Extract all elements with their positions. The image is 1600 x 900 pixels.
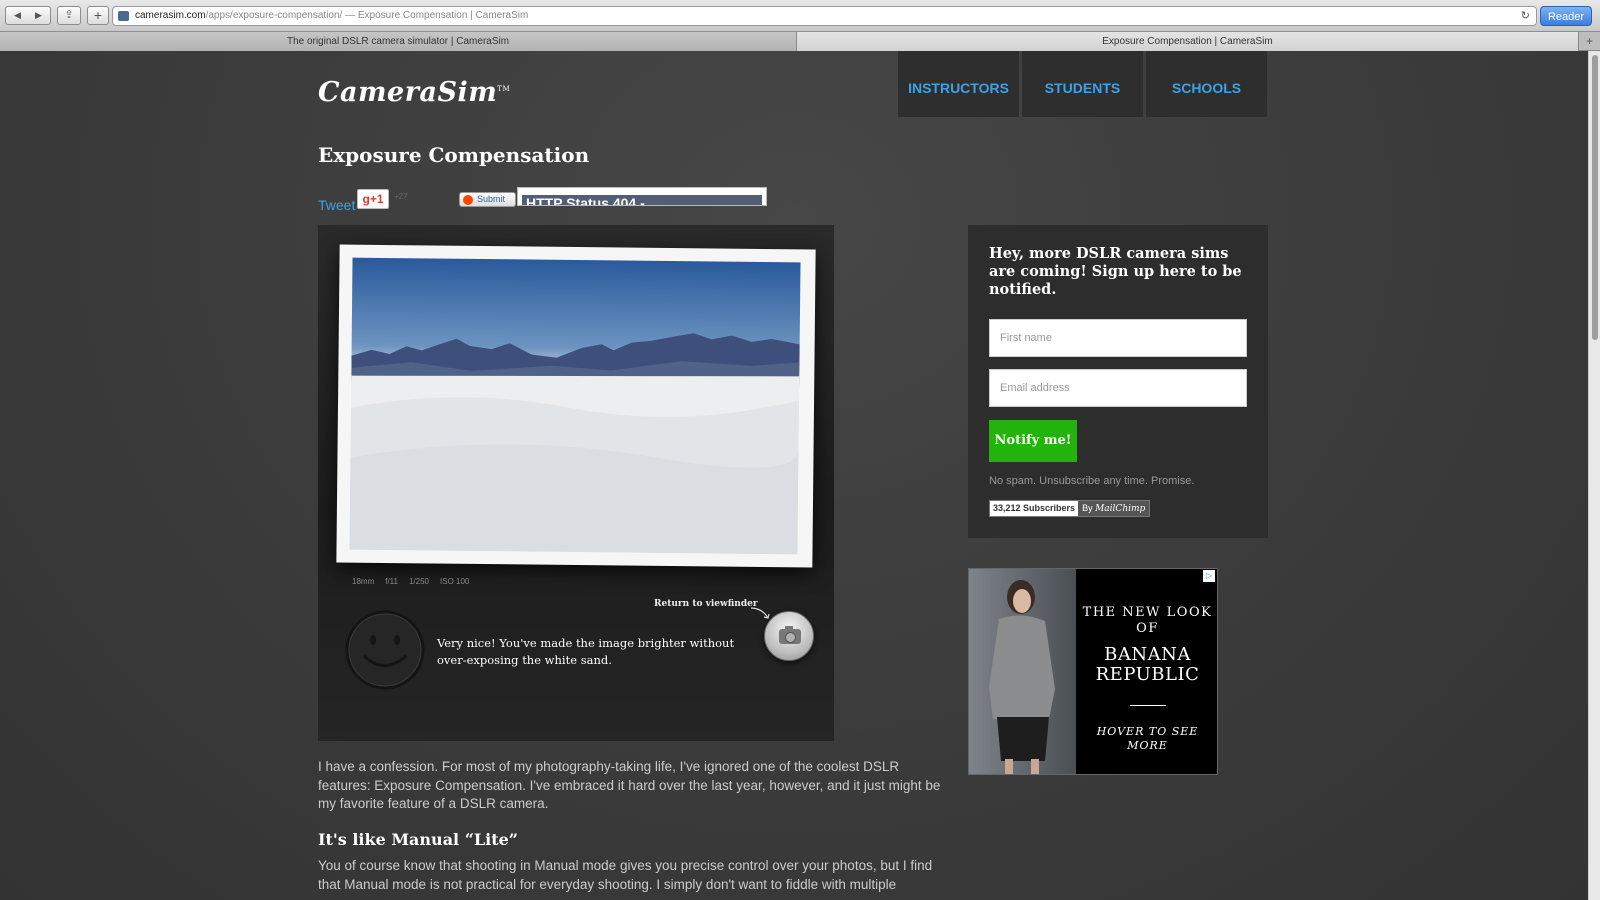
banana-republic-ad[interactable]: THE NEW LOOK OF BANANA REPUBLIC HOVER TO… [968,568,1218,775]
google-plus-button[interactable]: g+1 [357,189,389,209]
article-paragraph: You of course know that shooting in Manu… [318,858,933,892]
browser-toolbar: ◀ ▶ ⇪ + camerasim.com/apps/exposure-compe… [0,0,1600,32]
ad-copy: THE NEW LOOK OF BANANA REPUBLIC HOVER TO… [1076,569,1217,774]
exif-info: 18mm f/11 1/250 ISO 100 [352,577,469,586]
email-field[interactable]: Email address [989,369,1247,407]
reddit-submit-button[interactable]: Submit [459,192,516,207]
ad-cta: HOVER TO SEE MORE [1096,725,1199,752]
tab-bar: The original DSLR camera simulator | Cam… [0,32,1600,51]
share-icon[interactable]: ⇪ [57,6,81,25]
exif-iso: ISO 100 [440,577,470,586]
desert-landscape-image [349,333,800,555]
signup-box: Hey, more DSLR camera sims are coming! S… [968,225,1268,538]
article-heading: It's like Manual “Lite” [318,829,519,849]
reader-button[interactable]: Reader [1540,6,1592,26]
back-forward-buttons[interactable]: ◀ ▶ [5,6,51,25]
reload-icon[interactable]: ↻ [1521,7,1530,25]
adchoices-icon[interactable]: ▷ [1203,570,1215,582]
favicon-icon [118,11,129,21]
scroll-thumb[interactable] [1592,55,1598,340]
exif-shutter: 1/250 [408,577,430,586]
by-label: By [1082,503,1093,513]
subscriber-badge[interactable]: 33,212 Subscribers By MailChimp [989,500,1151,517]
subscriber-count: 33,212 Subscribers [990,501,1079,516]
ad-model-image [969,569,1076,774]
camera-icon [779,626,801,644]
model-figure-image [989,580,1055,774]
arrow-icon [750,607,770,619]
logo-trademark: TM [497,85,511,93]
ad-brand: BANANA REPUBLIC [1095,644,1200,685]
logo-text: CameraSim [318,77,498,108]
return-to-viewfinder-button[interactable] [764,611,814,661]
scrollbar[interactable] [1588,51,1600,900]
embedded-frame: HTTP Status 404 - [517,187,767,206]
tweet-link[interactable]: Tweet [318,197,355,213]
article-intro: I have a confession. For most of my phot… [318,759,941,811]
frame-error-text: HTTP Status 404 - [522,195,762,205]
exif-focal-length: 18mm [352,577,375,586]
ad-divider [1130,705,1166,706]
camera-simulator: 18mm f/11 1/250 ISO 100 Return to viewfi… [318,225,834,741]
url-title: — Exposure Compensation | CameraSim [342,10,529,21]
ad-headline: THE NEW LOOK OF [1082,605,1213,636]
feedback-message: Very nice! You've made the image brighte… [437,636,735,667]
submit-label: Submit [477,194,506,204]
notify-button[interactable]: Notify me! [989,420,1077,462]
site-logo[interactable]: CameraSimTM [318,77,510,108]
signup-title: Hey, more DSLR camera sims are coming! S… [989,245,1242,298]
url-path: /apps/exposure-compensation/ [205,10,343,21]
forward-icon[interactable]: ▶ [28,7,49,24]
smiley-icon [345,610,425,690]
url-host: camerasim.com [135,10,206,21]
return-to-viewfinder-label: Return to viewfinder [654,599,758,609]
photo-frame [336,244,816,568]
page-viewport: CameraSimTM INSTRUCTORS STUDENTS SCHOOLS… [0,51,1588,900]
tab-camerasim-home[interactable]: The original DSLR camera simulator | Cam… [0,32,797,51]
first-name-field[interactable]: First name [989,319,1247,357]
back-icon[interactable]: ◀ [7,7,28,24]
result-photo [349,257,801,555]
no-spam-note: No spam. Unsubscribe any time. Promise. [989,475,1195,487]
reddit-icon [463,195,473,205]
google-plus-count: +27 [394,192,408,201]
add-bookmark-icon[interactable]: + [87,6,109,25]
article-body: I have a confession. For most of my phot… [318,758,945,894]
page-title: Exposure Compensation [318,143,590,167]
new-tab-icon[interactable]: + [1578,32,1600,51]
nav-instructors[interactable]: INSTRUCTORS [898,51,1019,117]
nav-students[interactable]: STUDENTS [1022,51,1143,117]
address-bar[interactable]: camerasim.com/apps/exposure-compensation… [112,6,1537,26]
mailchimp-badge: By MailChimp [1078,501,1150,516]
main-nav: INSTRUCTORS STUDENTS SCHOOLS [898,51,1267,117]
exif-aperture: f/11 [385,577,398,586]
mailchimp-logo: MailChimp [1095,504,1146,514]
tab-exposure-compensation[interactable]: Exposure Compensation | CameraSim [797,32,1578,51]
nav-schools[interactable]: SCHOOLS [1146,51,1267,117]
